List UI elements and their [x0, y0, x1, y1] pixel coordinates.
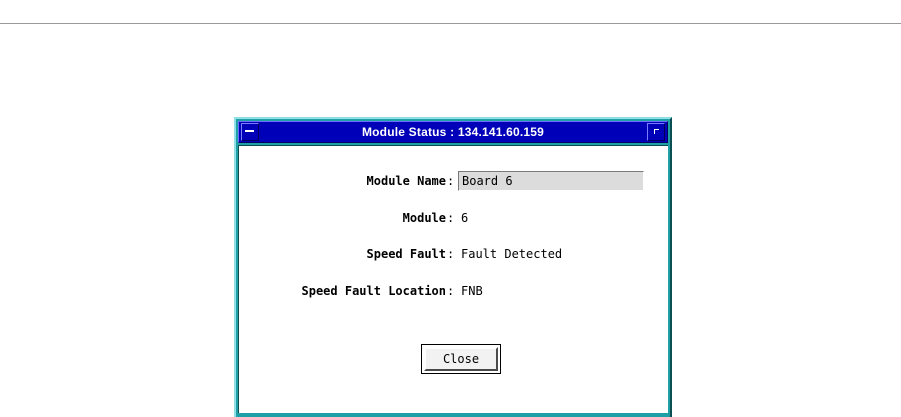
module-label: Module [402, 211, 446, 225]
speed-fault-row: Speed Fault : Fault Detected [239, 244, 668, 264]
dialog-body: Module Name : Board 6 Module : 6 Speed F… [238, 145, 668, 413]
close-button-default-ring: Close [421, 344, 501, 374]
module-name-field[interactable]: Board 6 [458, 171, 644, 191]
separator: : [447, 247, 455, 261]
close-button[interactable]: Close [424, 347, 498, 371]
window-menu-icon [245, 130, 254, 132]
maximize-button[interactable] [647, 123, 665, 141]
window-menu-button[interactable] [241, 123, 259, 141]
speed-fault-value: Fault Detected [461, 247, 563, 261]
maximize-icon [654, 129, 659, 134]
speed-fault-location-value: FNB [461, 284, 483, 298]
top-divider [0, 23, 901, 24]
title-bar[interactable]: Module Status : 134.141.60.159 [238, 121, 668, 143]
module-value: 6 [461, 211, 469, 225]
module-status-dialog: Module Status : 134.141.60.159 Module Na… [234, 117, 672, 417]
module-row: Module : 6 [239, 208, 668, 228]
separator: : [447, 174, 455, 188]
module-name-label: Module Name [366, 174, 446, 188]
separator: : [447, 211, 455, 225]
window-title: Module Status : 134.141.60.159 [361, 125, 545, 139]
speed-fault-location-label: Speed Fault Location [301, 284, 447, 298]
module-name-row: Module Name : Board 6 [239, 171, 668, 191]
separator: : [447, 284, 455, 298]
speed-fault-location-row: Speed Fault Location : FNB [239, 281, 668, 301]
speed-fault-label: Speed Fault [366, 247, 446, 261]
